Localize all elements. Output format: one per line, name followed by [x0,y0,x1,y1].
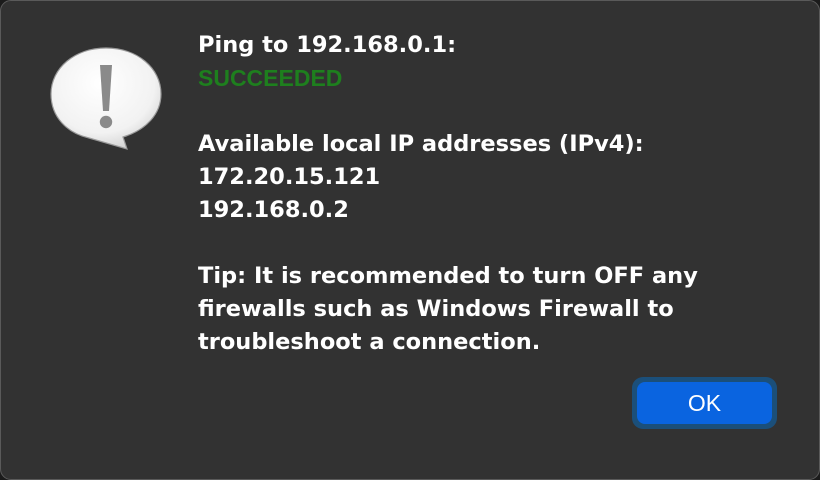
tip-text-line: firewalls such as Windows Firewall to [198,296,674,322]
exclamation-speech-bubble-icon [50,47,162,150]
tip-text-line: Tip: It is recommended to turn OFF any [198,263,698,289]
alert-message: Ping to 192.168.0.1: SUCCEEDED Available… [198,29,798,359]
ip-heading-text: Available local IP addresses (IPv4): [198,131,644,157]
tip-text-line: troubleshoot a connection. [198,329,541,355]
ok-button[interactable]: OK [637,382,772,424]
ip-address-item: 192.168.0.2 [198,197,349,223]
ip-address-item: 172.20.15.121 [198,164,381,190]
ping-target-text: Ping to 192.168.0.1: [198,32,457,58]
alert-dialog: Ping to 192.168.0.1: SUCCEEDED Available… [0,0,820,480]
ping-status-text: SUCCEEDED [198,65,343,91]
